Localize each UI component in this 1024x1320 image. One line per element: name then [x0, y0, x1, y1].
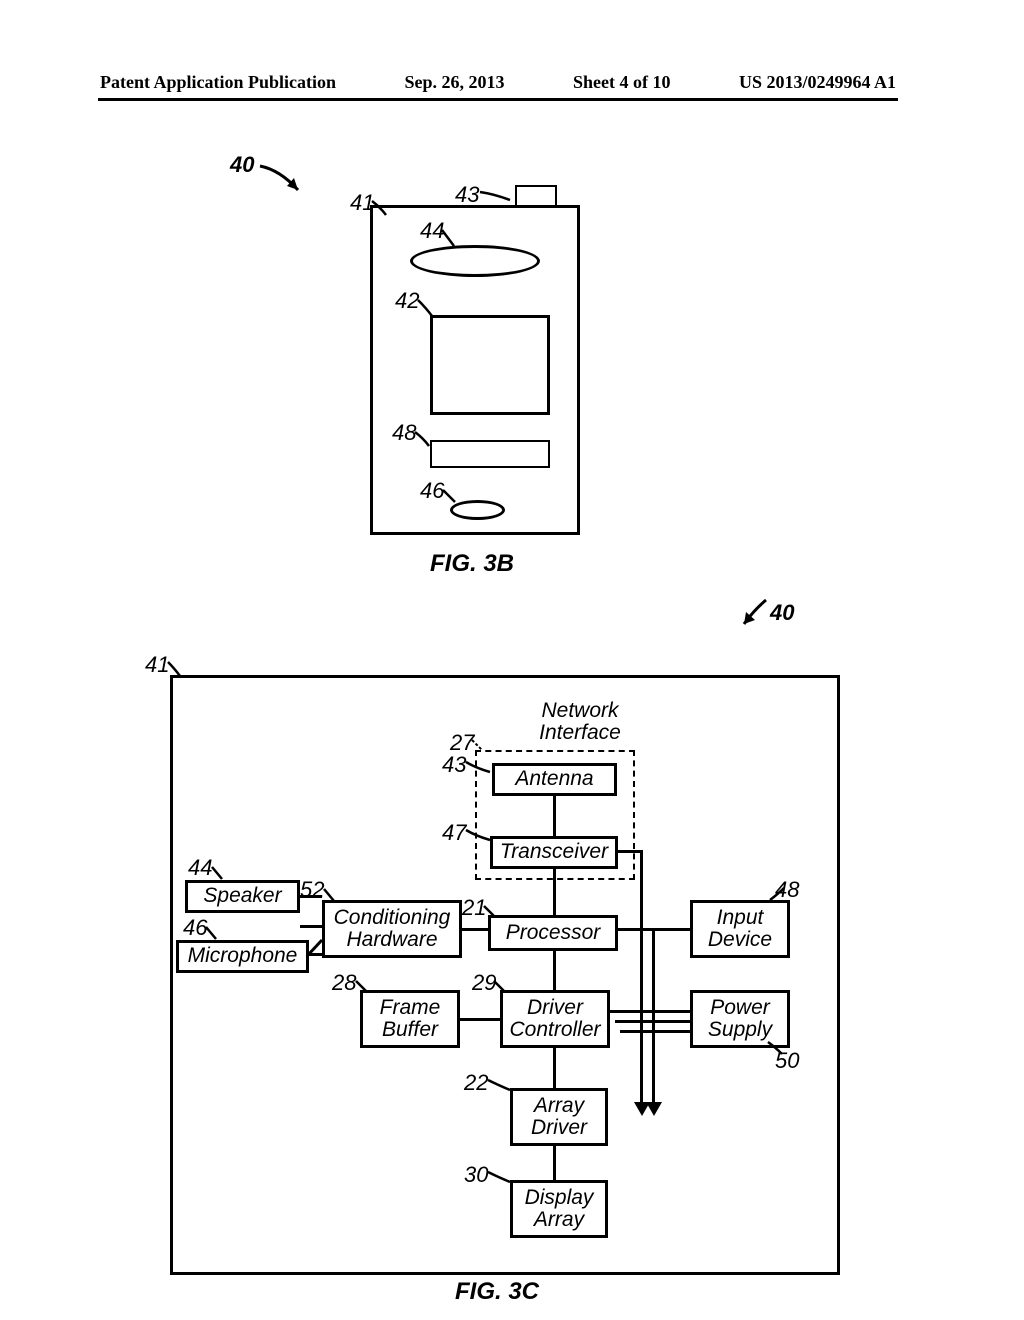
rail-right-1b: [618, 850, 640, 853]
leader-46-bottom: [206, 927, 220, 941]
header-sheet: Sheet 4 of 10: [573, 72, 671, 93]
speaker-block: Speaker: [185, 880, 300, 913]
antenna-block: Antenna: [492, 763, 617, 796]
conn-driver-array: [553, 1048, 556, 1088]
leader-46-top: [443, 490, 461, 504]
leader-22: [488, 1080, 512, 1092]
leader-48-top: [415, 432, 435, 448]
ref-40-bottom: 40: [770, 600, 794, 626]
ref-48-top: 48: [392, 420, 416, 446]
driver-controller-block: Driver Controller: [500, 990, 610, 1048]
ref-41-bottom: 41: [145, 652, 169, 678]
input-block: Input Device: [690, 900, 790, 958]
leader-27: [472, 740, 486, 752]
leader-50: [768, 1042, 786, 1056]
header-date: Sep. 26, 2013: [405, 72, 505, 93]
ref-30: 30: [464, 1162, 488, 1188]
ref-41-top: 41: [350, 190, 374, 216]
ref-28: 28: [332, 970, 356, 996]
ref-44-bottom: 44: [188, 855, 212, 881]
ref-46-top: 46: [420, 478, 444, 504]
ref-44-top: 44: [420, 218, 444, 244]
ref-40-top: 40: [230, 152, 254, 178]
leader-43-bottom: [466, 762, 492, 776]
conn-mic-cond: [300, 898, 324, 958]
array-driver-block: Array Driver: [510, 1088, 608, 1146]
ref-21: 21: [462, 895, 486, 921]
transceiver-block: Transceiver: [490, 836, 618, 869]
processor-block: Processor: [488, 915, 618, 951]
header-pubnum: US 2013/0249964 A1: [739, 72, 896, 93]
conditioning-block: Conditioning Hardware: [322, 900, 462, 958]
fig3b-caption: FIG. 3B: [430, 550, 514, 578]
display-array-block: Display Array: [510, 1180, 608, 1238]
conn-frame-driver: [460, 1018, 500, 1021]
conn-mic-cond3: [309, 953, 322, 956]
conn-cond-proc: [462, 928, 488, 931]
ref-43-top: 43: [455, 182, 479, 208]
speaker-ellipse: [410, 245, 540, 277]
leader-47: [466, 830, 492, 844]
ref-29: 29: [472, 970, 496, 996]
leader-29: [494, 981, 508, 993]
figure-canvas: 40 41 43 44 42 48 46 FIG. 3B 40 41 Netwo…: [0, 140, 1024, 1310]
power-block: Power Supply: [690, 990, 790, 1048]
ref-46-bottom: 46: [183, 915, 207, 941]
leader-44-top: [442, 230, 462, 248]
fig3c-caption: FIG. 3C: [455, 1278, 539, 1306]
frame-buffer-block: Frame Buffer: [360, 990, 460, 1048]
antenna-stub: [515, 185, 557, 207]
page-header: Patent Application Publication Sep. 26, …: [0, 72, 1024, 93]
arrow-40-top: [260, 162, 320, 202]
leader-28: [356, 981, 370, 993]
leader-42-top: [418, 300, 438, 318]
leader-48-bottom: [770, 888, 788, 902]
leader-21: [484, 906, 498, 918]
leader-41-bottom: [168, 662, 184, 678]
conn-mic-cond2: [300, 925, 324, 928]
display-rect: [430, 315, 550, 415]
ref-43-bottom: 43: [442, 752, 466, 778]
conn-antenna-transceiver: [553, 796, 556, 836]
arrow-40-bottom: [740, 600, 770, 630]
microphone-block: Microphone: [176, 940, 309, 973]
network-interface-label: Network Interface: [520, 700, 640, 744]
leader-44-bottom: [212, 867, 226, 881]
rail-right-2: [652, 930, 655, 1110]
conn-driver-power1: [610, 1010, 690, 1013]
conn-driver-power3: [620, 1030, 690, 1033]
leader-41-top: [372, 201, 392, 219]
ref-47: 47: [442, 820, 466, 846]
header-rule: [98, 98, 898, 101]
leader-43-top: [480, 190, 512, 204]
rail-right-1: [640, 850, 643, 1090]
arrowhead-rail2: [646, 1102, 662, 1116]
input-rect: [430, 440, 550, 468]
ref-42-top: 42: [395, 288, 419, 314]
ref-22: 22: [464, 1070, 488, 1096]
leader-30: [488, 1172, 512, 1184]
conn-proc-driver: [553, 951, 556, 990]
leader-52: [324, 889, 338, 903]
header-publication: Patent Application Publication: [100, 72, 336, 93]
conn-array-display: [553, 1146, 556, 1180]
conn-transceiver-processor: [553, 869, 556, 915]
